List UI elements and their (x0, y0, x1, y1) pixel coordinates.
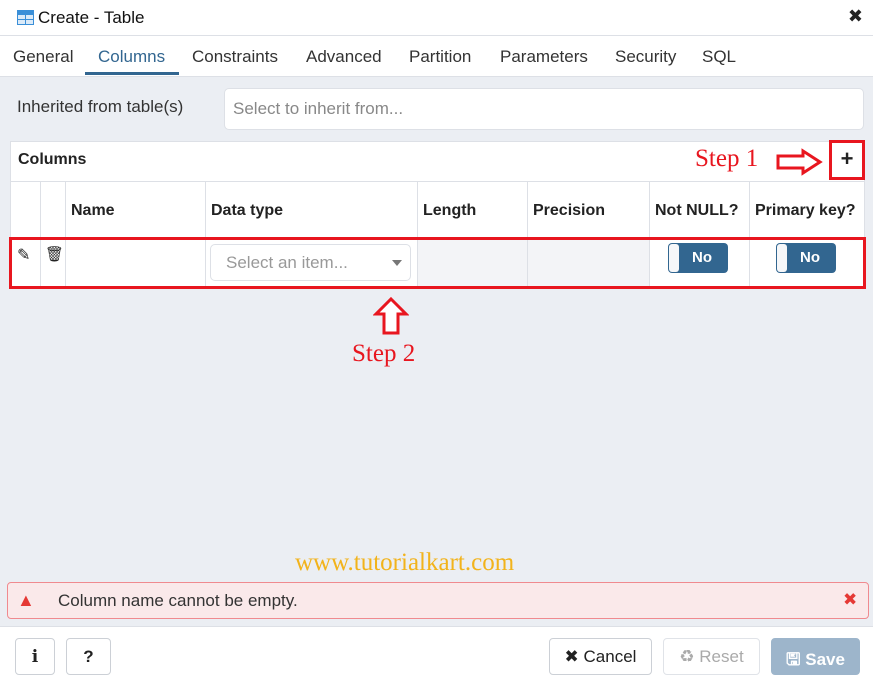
save-icon: 🖫 (786, 650, 806, 669)
annotation-box-add (829, 140, 865, 180)
recycle-icon: ♻ (679, 647, 700, 666)
header-edit (10, 181, 40, 238)
columns-panel-title: Columns (18, 151, 87, 168)
header-delete (40, 181, 65, 238)
tab-columns[interactable]: Columns (98, 47, 165, 67)
reset-button[interactable]: ♻ Reset (663, 638, 760, 675)
tab-sql[interactable]: SQL (702, 47, 736, 67)
alert-close-icon[interactable]: ✖ (843, 590, 857, 610)
header-precision: Precision (527, 181, 649, 238)
tab-constraints[interactable]: Constraints (192, 47, 278, 67)
tab-partition[interactable]: Partition (409, 47, 471, 67)
info-button[interactable]: i (15, 638, 55, 675)
annotation-step1: Step 1 (695, 145, 759, 172)
active-tab-indicator (85, 72, 179, 75)
inherit-label: Inherited from table(s) (17, 97, 184, 116)
tab-parameters[interactable]: Parameters (500, 47, 588, 67)
tab-general[interactable]: General (13, 47, 73, 67)
header-length: Length (417, 181, 527, 238)
watermark: www.tutorialkart.com (295, 549, 515, 576)
annotation-step2: Step 2 (352, 340, 416, 367)
close-icon[interactable]: ✖ (848, 6, 863, 27)
cancel-button[interactable]: ✖ Cancel (549, 638, 652, 675)
header-primary-key: Primary key? (749, 181, 865, 238)
arrow-up-icon (373, 296, 409, 335)
tab-bar: General Columns Constraints Advanced Par… (0, 36, 873, 77)
close-icon: ✖ (564, 647, 584, 666)
error-message: Column name cannot be empty. (58, 591, 298, 610)
tab-advanced[interactable]: Advanced (306, 47, 382, 67)
table-icon (17, 10, 34, 25)
header-not-null: Not NULL? (649, 181, 749, 238)
header-name: Name (65, 181, 205, 238)
tab-security[interactable]: Security (615, 47, 676, 67)
inherit-select[interactable]: Select to inherit from... (224, 88, 864, 130)
header-data-type: Data type (205, 181, 417, 238)
dialog-title: Create - Table (38, 8, 145, 27)
warning-icon: ▲ (17, 590, 35, 610)
save-button[interactable]: 🖫 Save (771, 638, 860, 675)
help-button[interactable]: ? (66, 638, 111, 675)
annotation-box-row (9, 237, 866, 289)
arrow-right-icon (776, 148, 823, 176)
